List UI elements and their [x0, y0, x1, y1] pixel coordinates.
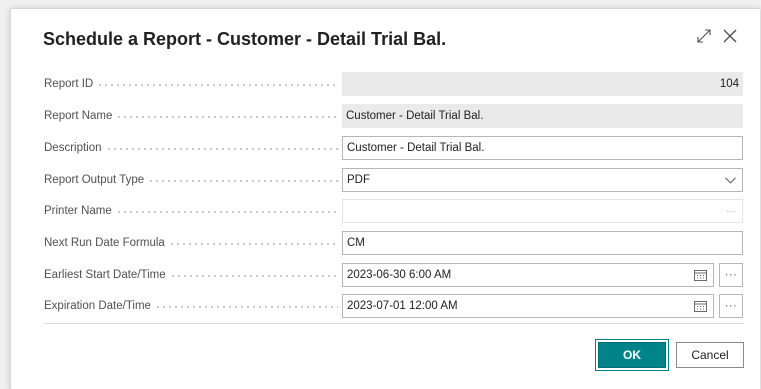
report-name-row: Report Name Customer - Detail Trial Bal.	[11, 104, 760, 128]
expiration-input[interactable]: 2023-07-01 12:00 AM	[342, 294, 714, 318]
printer-name-row: Printer Name ···	[11, 199, 760, 223]
chevron-down-icon[interactable]	[725, 169, 736, 191]
expiration-value: 2023-07-01 12:00 AM	[347, 300, 458, 312]
report-id-value: 104	[342, 72, 743, 96]
report-output-type-label: Report Output Type	[44, 168, 338, 192]
cancel-button[interactable]: Cancel	[676, 342, 744, 368]
printer-name-input[interactable]: ···	[342, 199, 743, 223]
expand-icon[interactable]	[694, 25, 714, 47]
earliest-start-value: 2023-06-30 6:00 AM	[347, 269, 452, 281]
ok-button[interactable]: OK	[598, 342, 666, 368]
report-name-label: Report Name	[44, 104, 338, 128]
report-id-row: Report ID 104	[11, 72, 760, 96]
report-output-type-value: PDF	[347, 174, 370, 186]
report-id-label: Report ID	[44, 72, 338, 96]
description-row: Description Customer - Detail Trial Bal.	[11, 136, 760, 160]
earliest-start-row: Earliest Start Date/Time 2023-06-30 6:00…	[11, 263, 760, 287]
earliest-start-more-button[interactable]: ···	[719, 263, 743, 287]
next-run-date-formula-label: Next Run Date Formula	[44, 231, 338, 255]
description-input[interactable]: Customer - Detail Trial Bal.	[342, 136, 743, 160]
calendar-icon[interactable]	[694, 295, 707, 317]
expiration-more-button[interactable]: ···	[719, 294, 743, 318]
report-output-type-select[interactable]: PDF	[342, 168, 743, 192]
expiration-label: Expiration Date/Time	[44, 294, 338, 318]
schedule-report-dialog: Schedule a Report - Customer - Detail Tr…	[10, 8, 760, 389]
earliest-start-label: Earliest Start Date/Time	[44, 263, 338, 287]
report-output-type-row: Report Output Type PDF	[11, 168, 760, 192]
dialog-title: Schedule a Report - Customer - Detail Tr…	[43, 29, 447, 49]
report-name-value: Customer - Detail Trial Bal.	[342, 104, 743, 128]
calendar-icon[interactable]	[694, 264, 707, 286]
description-label: Description	[44, 136, 338, 160]
expiration-row: Expiration Date/Time 2023-07-01 12:00 AM…	[11, 294, 760, 318]
footer-divider	[43, 323, 744, 324]
more-options-icon[interactable]: ···	[726, 200, 736, 222]
next-run-date-formula-row: Next Run Date Formula CM	[11, 231, 760, 255]
printer-name-label: Printer Name	[44, 199, 338, 223]
close-icon[interactable]	[720, 25, 740, 47]
earliest-start-input[interactable]: 2023-06-30 6:00 AM	[342, 263, 714, 287]
next-run-date-formula-input[interactable]: CM	[342, 231, 743, 255]
